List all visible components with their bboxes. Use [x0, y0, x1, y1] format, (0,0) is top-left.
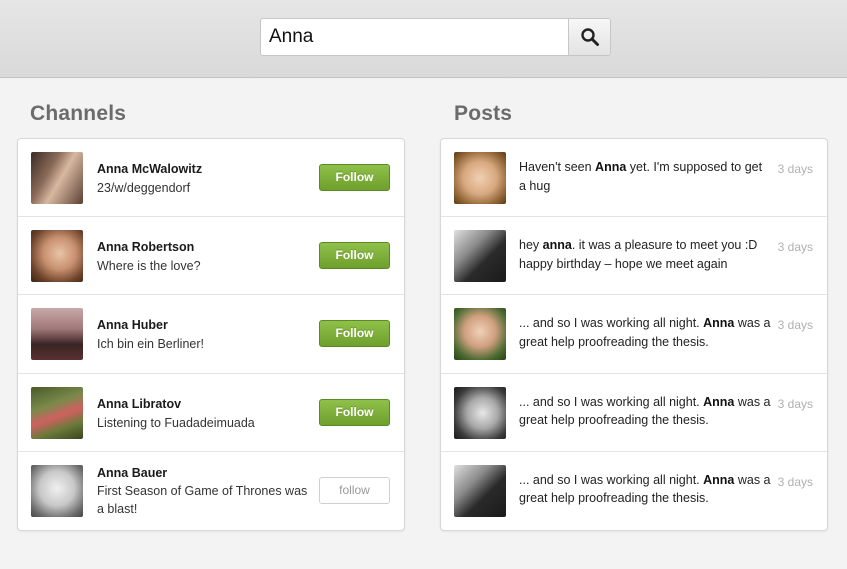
avatar[interactable]: [31, 464, 83, 517]
channel-description: Ich bin ein Berliner!: [97, 337, 205, 352]
avatar[interactable]: [31, 152, 83, 204]
posts-title: Posts: [454, 102, 513, 125]
follow-button[interactable]: Follow: [319, 398, 390, 426]
avatar[interactable]: [454, 386, 506, 439]
channel-description: 23/w/deggendorf: [97, 181, 191, 195]
channel-row: Anna Robertson Where is the love? Follow: [18, 217, 404, 296]
channel-name[interactable]: Anna Libratov: [97, 397, 181, 411]
post-row: ... and so I was working all night. Anna…: [441, 374, 827, 452]
channels-title: Channels: [30, 102, 127, 125]
search-highlight: anna: [542, 238, 572, 253]
search-icon: [580, 28, 599, 46]
avatar[interactable]: [454, 464, 506, 517]
channel-description: First Season of Game of Thrones was a bl…: [97, 483, 308, 516]
channel-name[interactable]: Anna Huber: [97, 318, 168, 332]
top-bar: [0, 0, 847, 78]
channel-name[interactable]: Anna McWalowitz: [97, 162, 202, 176]
search-button[interactable]: [568, 19, 610, 55]
avatar[interactable]: [31, 308, 83, 361]
search-highlight: Anna: [595, 160, 627, 174]
post-text: hey anna. it was a pleasure to meet you …: [519, 238, 758, 271]
post-row: ... and so I was working all night. Anna…: [441, 452, 827, 530]
search-highlight: Anna: [703, 472, 735, 487]
post-timestamp: 3 days: [777, 474, 813, 489]
channel-name[interactable]: Anna Bauer: [97, 466, 167, 480]
avatar[interactable]: [454, 230, 506, 283]
post-row: Haven't seen Anna yet. I'm supposed to g…: [441, 139, 827, 218]
search-box: [260, 18, 611, 56]
search-input[interactable]: [261, 19, 570, 55]
follow-button[interactable]: follow: [319, 476, 390, 504]
channel-name[interactable]: Anna Robertson: [97, 240, 194, 254]
channel-row: Anna Libratov Listening to Fuadadeimuada…: [18, 374, 404, 452]
channel-row: Anna Huber Ich bin ein Berliner! Follow: [18, 295, 404, 374]
channels-panel: Anna McWalowitz 23/w/deggendorf Follow A…: [17, 138, 405, 531]
post-row: hey anna. it was a pleasure to meet you …: [441, 217, 827, 296]
post-timestamp: 3 days: [777, 396, 813, 411]
post-text: ... and so I was working all night. Anna…: [519, 394, 771, 428]
post-timestamp: 3 days: [777, 162, 813, 176]
post-text: ... and so I was working all night. Anna…: [519, 472, 771, 506]
post-row: ... and so I was working all night. Anna…: [441, 295, 827, 374]
channel-description: Listening to Fuadadeimuada: [97, 415, 255, 430]
avatar[interactable]: [31, 230, 83, 283]
avatar[interactable]: [454, 152, 506, 204]
search-highlight: Anna: [703, 394, 735, 409]
follow-button[interactable]: Follow: [319, 320, 390, 348]
avatar[interactable]: [454, 308, 506, 361]
channel-row: Anna Bauer First Season of Game of Thron…: [18, 452, 404, 530]
post-text: Haven't seen Anna yet. I'm supposed to g…: [519, 160, 763, 193]
channel-row: Anna McWalowitz 23/w/deggendorf Follow: [18, 139, 404, 218]
follow-button[interactable]: Follow: [319, 242, 390, 270]
avatar[interactable]: [31, 386, 83, 439]
channel-description: Where is the love?: [97, 259, 201, 274]
post-timestamp: 3 days: [777, 240, 813, 255]
search-highlight: Anna: [703, 316, 735, 331]
post-text: ... and so I was working all night. Anna…: [519, 316, 771, 349]
post-timestamp: 3 days: [777, 318, 813, 333]
follow-button[interactable]: Follow: [319, 164, 390, 191]
posts-panel: Haven't seen Anna yet. I'm supposed to g…: [440, 138, 828, 531]
